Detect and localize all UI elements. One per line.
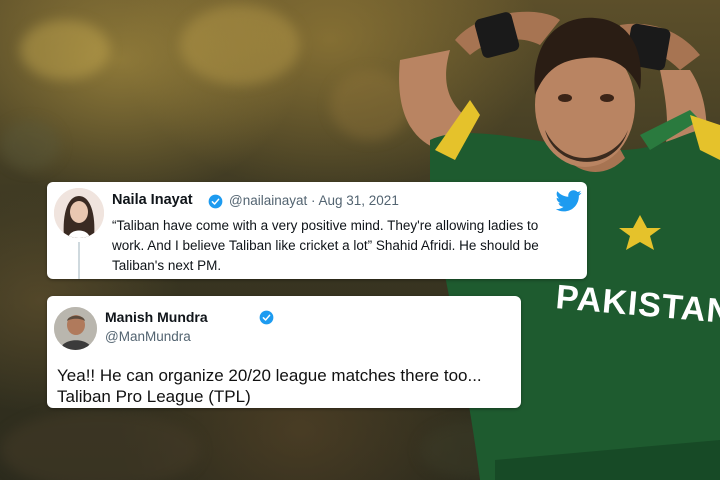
tweet-text-line: Yea!! He can organize 20/20 league match… [57, 366, 482, 385]
author-handle[interactable]: @ManMundra [105, 329, 191, 344]
verified-badge-icon [208, 194, 223, 209]
avatar[interactable] [54, 188, 104, 238]
author-handle-date[interactable]: @nailainayat · Aug 31, 2021 [229, 193, 399, 208]
thread-connector [78, 242, 80, 279]
tweet-text: “Taliban have come with a very positive … [112, 218, 539, 273]
tweet-card-naila[interactable]: Naila Inayat @nailainayat · Aug 31, 2021… [47, 182, 587, 279]
tweet-text-line: Taliban Pro League (TPL) [57, 387, 251, 406]
twitter-bird-icon [556, 190, 582, 212]
verified-badge-icon [259, 310, 274, 325]
tweet-card-manish[interactable]: Manish Mundra @ManMundra Yea!! He can or… [47, 296, 521, 408]
author-name[interactable]: Naila Inayat [112, 192, 193, 208]
avatar[interactable] [54, 307, 97, 350]
author-name[interactable]: Manish Mundra [105, 309, 208, 325]
tweet-text: Yea!! He can organize 20/20 league match… [57, 365, 517, 407]
